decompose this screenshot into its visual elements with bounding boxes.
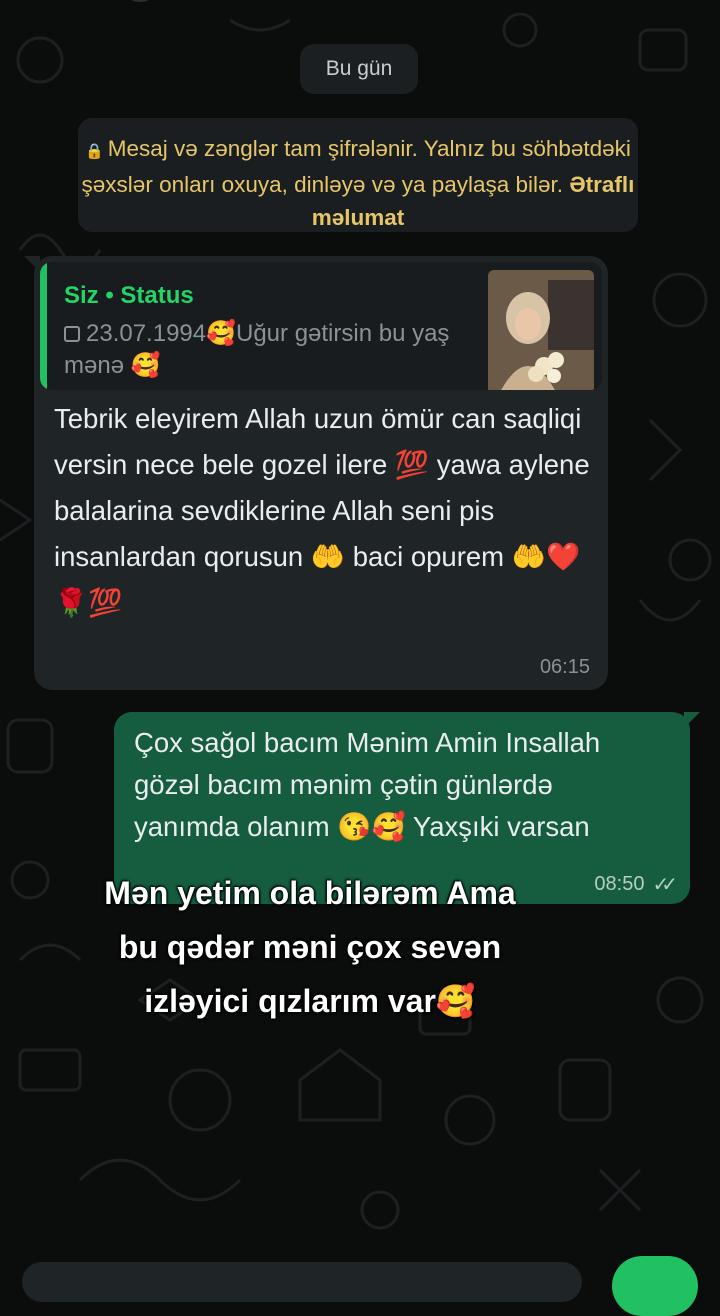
quote-caption: 23.07.1994🥰Uğur gətirsin bu yaş mənə 🥰 xyxy=(64,320,450,379)
message-input[interactable] xyxy=(22,1262,582,1302)
image-icon xyxy=(64,326,80,342)
quote-accent-bar xyxy=(40,262,47,390)
encryption-notice[interactable]: 🔒 Mesaj və zənglər tam şifrələnir. Yalnız… xyxy=(78,118,638,232)
lock-icon: 🔒 xyxy=(85,143,104,160)
outgoing-timestamp: 08:50 xyxy=(594,873,645,895)
incoming-message[interactable]: Siz • Status 23.07.1994🥰Uğur gətirsin bu… xyxy=(24,256,608,690)
caption-line-2: bu qədər məni çox sevən xyxy=(118,929,502,965)
double-check-icon: ✓✓ xyxy=(652,874,677,896)
date-divider: Bu gün xyxy=(300,44,418,94)
outgoing-meta: 08:50 ✓✓ xyxy=(594,872,677,897)
caption-line-1: Mən yetim ola bilərəm Ama xyxy=(104,875,516,911)
incoming-timestamp: 06:15 xyxy=(539,656,590,678)
incoming-message-text: Tebrik eleyirem Allah uzun ömür can saql… xyxy=(54,403,590,618)
quote-text: 23.07.1994🥰Uğur gətirsin bu yaş mənə 🥰 xyxy=(64,318,484,382)
caption-line-3: izləyici qızlarım var🥰 xyxy=(144,983,476,1019)
mic-button[interactable] xyxy=(612,1256,698,1316)
quote-author: Siz • Status xyxy=(64,282,194,309)
quoted-status[interactable]: Siz • Status 23.07.1994🥰Uğur gətirsin bu… xyxy=(40,262,602,390)
outgoing-message-text: Çox sağol bacım Mənim Amin Insallah gözə… xyxy=(134,727,601,842)
encryption-notice-text: Mesaj və zənglər tam şifrələnir. Yalnız … xyxy=(81,136,631,197)
video-caption-overlay: Mən yetim ola bilərəm Ama bu qədər məni … xyxy=(40,866,580,1028)
status-thumbnail[interactable] xyxy=(488,270,594,390)
